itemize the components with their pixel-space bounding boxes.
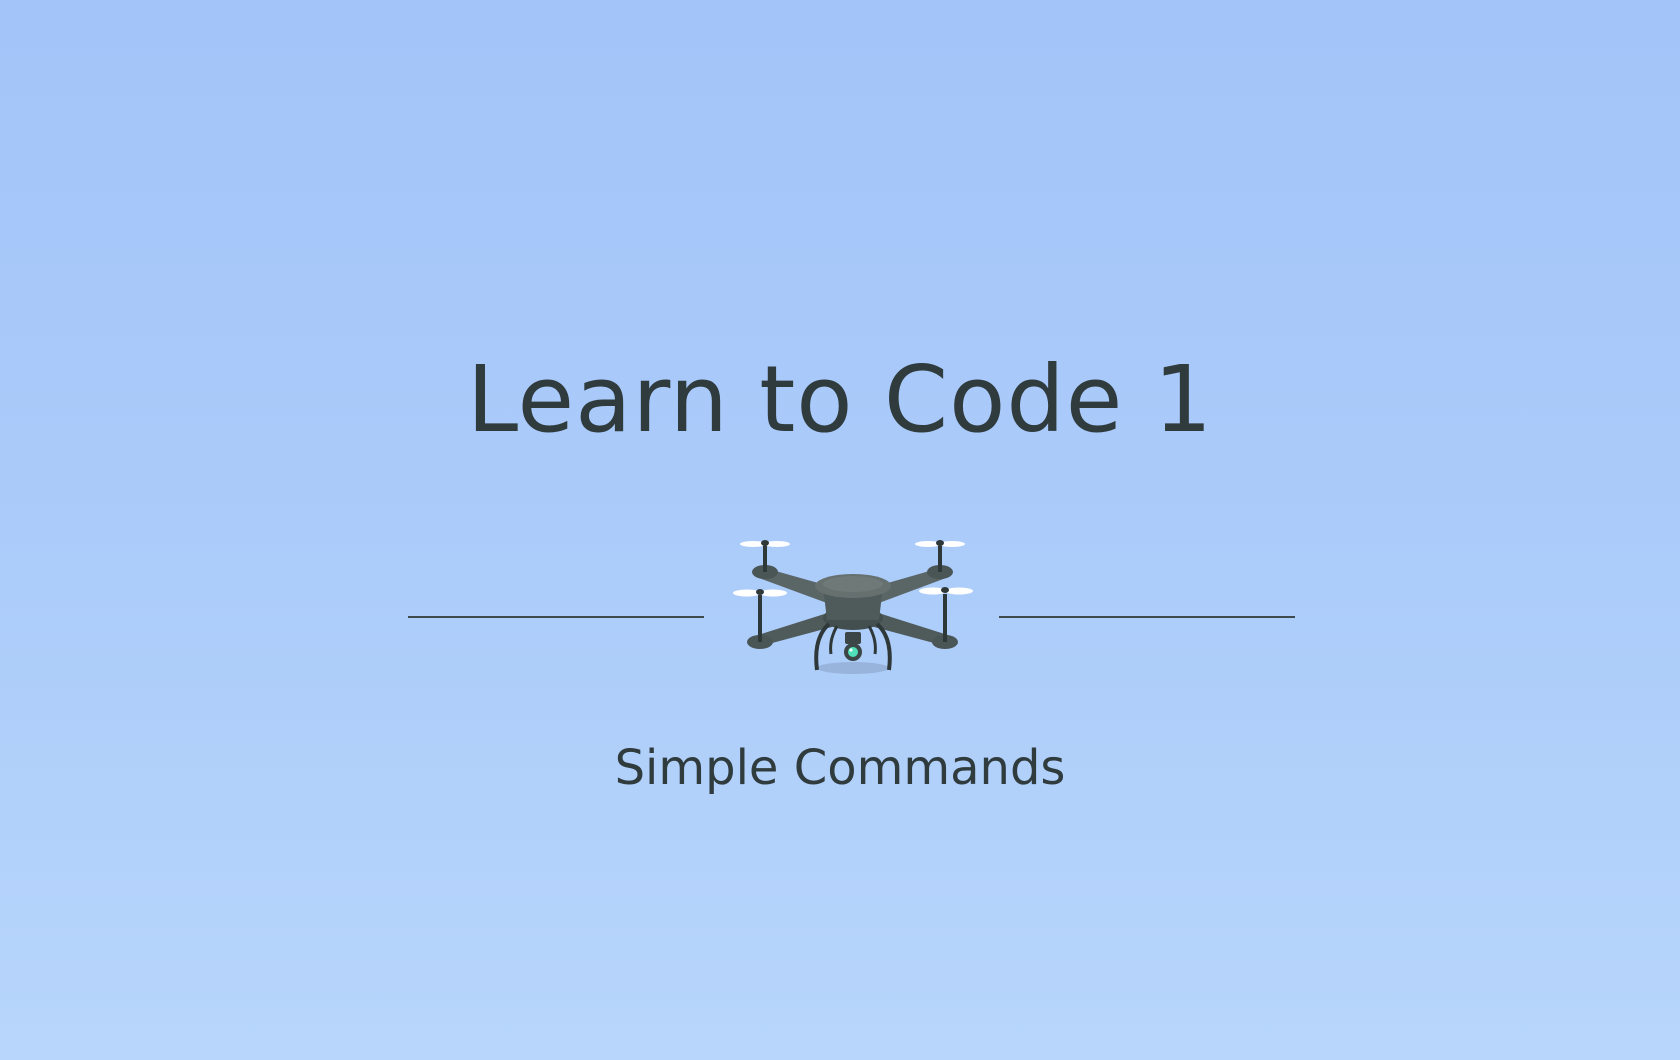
page-subtitle: Simple Commands (614, 740, 1066, 796)
divider-row (0, 528, 1680, 678)
title-screen: Learn to Code 1 Simple Commands (0, 0, 1680, 1060)
drone-icon (733, 540, 973, 674)
page-title: Learn to Code 1 (466, 346, 1214, 453)
divider-line-right (999, 616, 1295, 618)
divider-line-left (408, 616, 704, 618)
